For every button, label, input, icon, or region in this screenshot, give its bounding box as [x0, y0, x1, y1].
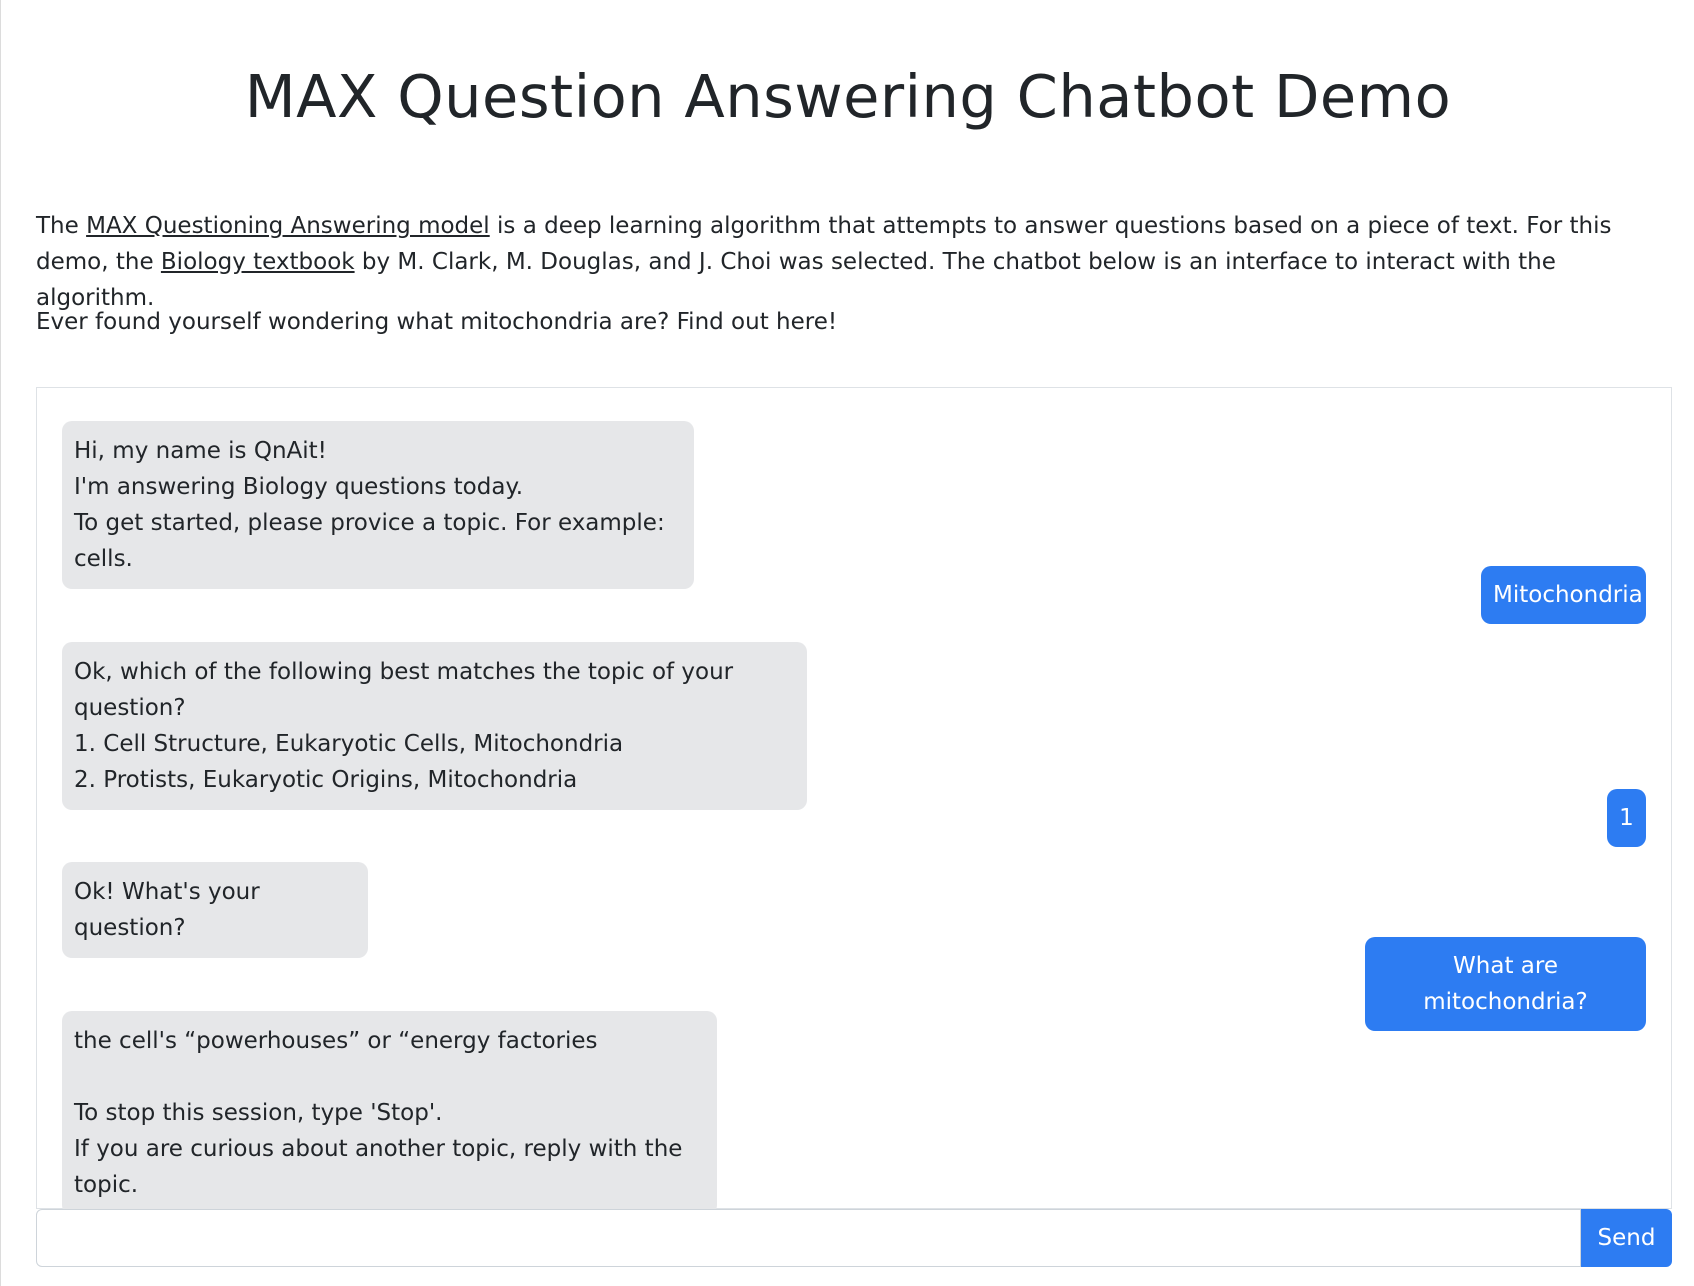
bot-message: Hi, my name is QnAit! I'm answering Biol… [62, 421, 694, 589]
send-button[interactable]: Send [1581, 1209, 1672, 1267]
bot-message: the cell's “powerhouses” or “energy fact… [62, 1011, 717, 1215]
page-title: MAX Question Answering Chatbot Demo [244, 62, 1452, 131]
user-message: 1 [1607, 789, 1646, 847]
max-model-link[interactable]: MAX Questioning Answering model [86, 213, 490, 239]
intro-paragraph: The MAX Questioning Answering model is a… [36, 208, 1666, 316]
bot-message: Ok! What's your question? [62, 862, 368, 958]
chat-window[interactable]: Hi, my name is QnAit! I'm answering Biol… [36, 387, 1672, 1215]
chat-input-row: Send [36, 1209, 1672, 1267]
biology-textbook-link[interactable]: Biology textbook [161, 249, 355, 275]
user-message: What are mitochondria? [1365, 937, 1646, 1031]
intro-prefix-text: The [36, 213, 87, 239]
bot-message: Ok, which of the following best matches … [62, 642, 807, 810]
user-message: Mitochondria [1481, 566, 1646, 624]
message-input[interactable] [36, 1209, 1581, 1267]
intro-tagline: Ever found yourself wondering what mitoc… [36, 309, 838, 335]
